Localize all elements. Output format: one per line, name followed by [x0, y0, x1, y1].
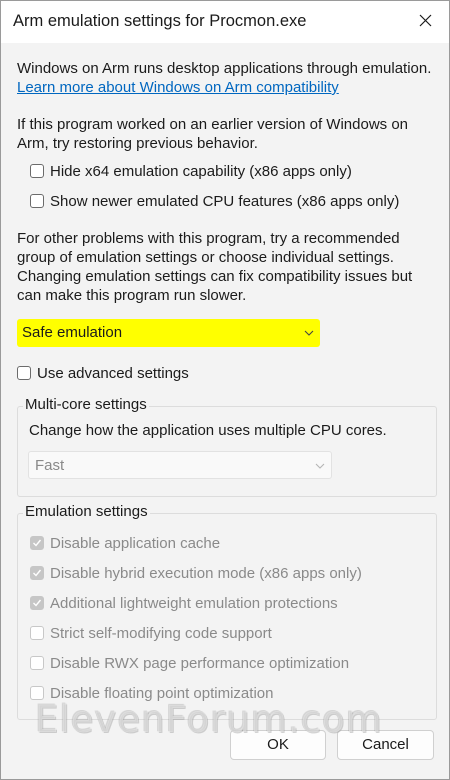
- disable-hybrid-option[interactable]: Disable hybrid execution mode (x86 apps …: [30, 563, 362, 583]
- checkmark-icon: [33, 539, 42, 547]
- multicore-dropdown[interactable]: Fast: [28, 451, 332, 479]
- lightweight-protections-checkbox[interactable]: [30, 596, 44, 610]
- multicore-value: Fast: [35, 457, 65, 474]
- disable-app-cache-label: Disable application cache: [50, 534, 221, 552]
- use-advanced-option[interactable]: Use advanced settings: [17, 363, 189, 383]
- hide-x64-label: Hide x64 emulation capability (x86 apps …: [50, 162, 352, 180]
- learn-more-link[interactable]: Learn more about Windows on Arm compatib…: [17, 79, 339, 96]
- disable-rwx-option[interactable]: Disable RWX page performance optimizatio…: [30, 653, 349, 673]
- checkmark-icon: [33, 599, 42, 607]
- strict-smc-checkbox[interactable]: [30, 626, 44, 640]
- emulation-settings-title: Emulation settings: [23, 503, 150, 520]
- strict-smc-option[interactable]: Strict self-modifying code support: [30, 623, 272, 643]
- dialog-window: Arm emulation settings for Procmon.exe W…: [0, 0, 450, 780]
- restore-text: If this program worked on an earlier ver…: [17, 116, 409, 152]
- disable-hybrid-label: Disable hybrid execution mode (x86 apps …: [50, 564, 362, 582]
- recommend-text: For other problems with this program, tr…: [17, 230, 413, 304]
- lightweight-protections-option[interactable]: Additional lightweight emulation protect…: [30, 593, 338, 613]
- chevron-down-icon: [315, 463, 325, 469]
- strict-smc-label: Strict self-modifying code support: [50, 624, 272, 642]
- hide-x64-checkbox[interactable]: [30, 164, 44, 178]
- cancel-button[interactable]: Cancel: [337, 730, 434, 760]
- hide-x64-option[interactable]: Hide x64 emulation capability (x86 apps …: [30, 161, 352, 181]
- emulation-preset-value: Safe emulation: [22, 324, 123, 341]
- dialog-content: Windows on Arm runs desktop applications…: [1, 43, 449, 779]
- title-bar: Arm emulation settings for Procmon.exe: [1, 1, 449, 43]
- use-advanced-checkbox[interactable]: [17, 366, 31, 380]
- window-title: Arm emulation settings for Procmon.exe: [13, 12, 307, 30]
- show-newer-cpu-label: Show newer emulated CPU features (x86 ap…: [50, 192, 400, 210]
- disable-app-cache-checkbox[interactable]: [30, 536, 44, 550]
- multicore-description: Change how the application uses multiple…: [29, 422, 387, 439]
- chevron-down-icon: [304, 330, 314, 336]
- multicore-title: Multi-core settings: [23, 396, 149, 413]
- use-advanced-label: Use advanced settings: [37, 364, 189, 382]
- close-icon: [419, 14, 432, 27]
- close-button[interactable]: [403, 1, 449, 41]
- checkmark-icon: [33, 569, 42, 577]
- lightweight-protections-label: Additional lightweight emulation protect…: [50, 594, 338, 612]
- emulation-preset-dropdown[interactable]: Safe emulation: [17, 319, 320, 347]
- intro-text: Windows on Arm runs desktop applications…: [17, 60, 432, 96]
- disable-rwx-checkbox[interactable]: [30, 656, 44, 670]
- disable-hybrid-checkbox[interactable]: [30, 566, 44, 580]
- disable-app-cache-option[interactable]: Disable application cache: [30, 533, 220, 553]
- disable-rwx-label: Disable RWX page performance optimizatio…: [50, 654, 350, 672]
- show-newer-cpu-option[interactable]: Show newer emulated CPU features (x86 ap…: [30, 191, 399, 211]
- ok-button[interactable]: OK: [230, 730, 326, 760]
- show-newer-cpu-checkbox[interactable]: [30, 194, 44, 208]
- disable-fp-label: Disable floating point optimization: [50, 684, 274, 702]
- disable-fp-checkbox[interactable]: [30, 686, 44, 700]
- disable-fp-option[interactable]: Disable floating point optimization: [30, 683, 273, 703]
